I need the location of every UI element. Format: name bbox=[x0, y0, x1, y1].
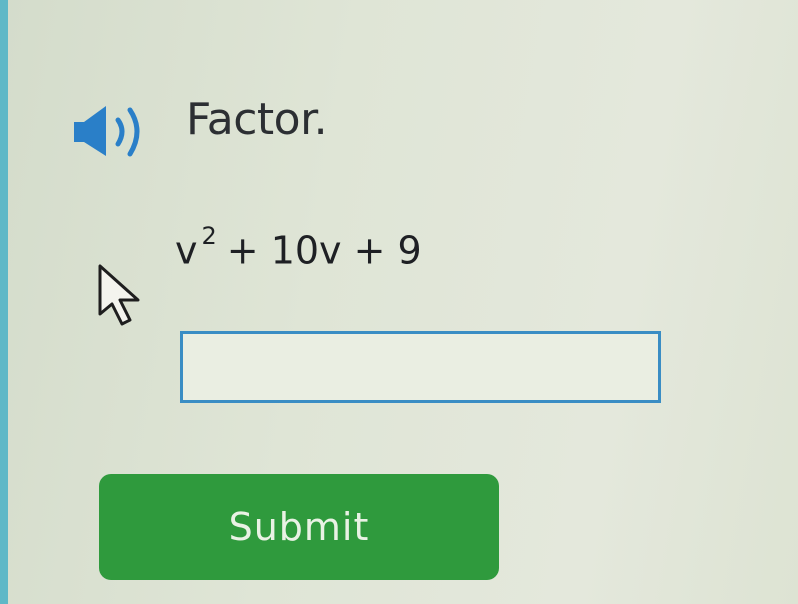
expression-variable: v bbox=[175, 228, 198, 273]
speaker-icon[interactable] bbox=[70, 98, 160, 168]
submit-button[interactable]: Submit bbox=[99, 474, 499, 580]
left-edge-stripe bbox=[0, 0, 8, 604]
expression-rest: + 10v + 9 bbox=[226, 228, 422, 273]
math-expression: v 2 + 10v + 9 bbox=[175, 222, 422, 273]
mouse-cursor-icon bbox=[96, 262, 146, 337]
answer-input[interactable] bbox=[180, 331, 661, 403]
expression-exponent: 2 bbox=[201, 222, 217, 250]
question-prompt: Factor. bbox=[186, 94, 328, 145]
